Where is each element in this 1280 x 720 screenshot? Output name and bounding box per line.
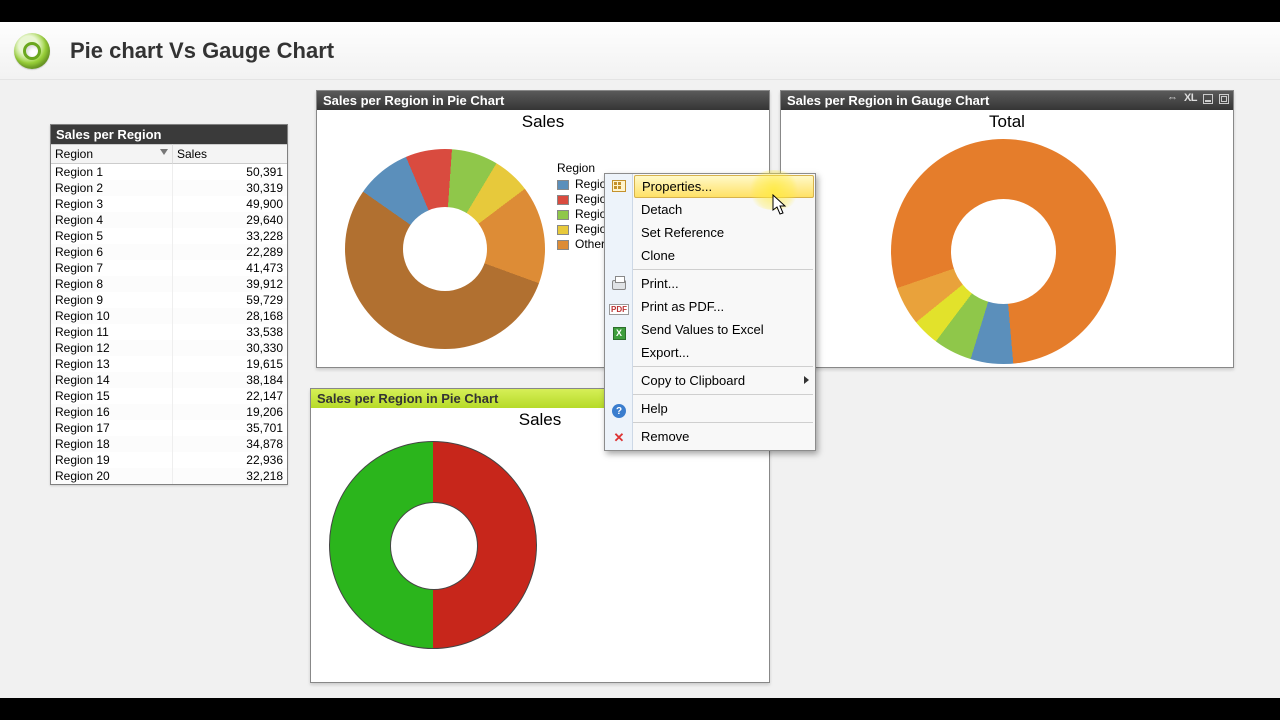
table-row[interactable]: Region 1735,701 xyxy=(51,420,287,436)
table-row[interactable]: Region 1438,184 xyxy=(51,372,287,388)
context-menu: PDF X ? ✕ Properties... Detach Set Refer… xyxy=(604,173,816,451)
table-row[interactable]: Region 741,473 xyxy=(51,260,287,276)
ctx-copy-clipboard[interactable]: Copy to Clipboard xyxy=(633,369,815,392)
col-header-sales[interactable]: Sales xyxy=(173,144,287,164)
table-row[interactable]: Region 533,228 xyxy=(51,228,287,244)
table-row[interactable]: Region 839,912 xyxy=(51,276,287,292)
table-row[interactable]: Region 2032,218 xyxy=(51,468,287,484)
table-row[interactable]: Region 1319,615 xyxy=(51,356,287,372)
chart-pie-top-title: Sales per Region in Pie Chart xyxy=(317,91,769,110)
donut-redgreen-icon xyxy=(329,441,537,649)
gauge-donut-icon xyxy=(891,139,1116,364)
table-row[interactable]: Region 1619,206 xyxy=(51,404,287,420)
sales-table-panel: Sales per Region Region Sales Region 150… xyxy=(50,124,288,485)
fast-change-icon[interactable]: ⇔ xyxy=(1167,93,1178,104)
ctx-export[interactable]: Export... xyxy=(633,341,815,364)
table-row[interactable]: Region 1230,330 xyxy=(51,340,287,356)
table-row[interactable]: Region 1834,878 xyxy=(51,436,287,452)
xl-icon[interactable]: XL xyxy=(1184,93,1197,104)
table-row[interactable]: Region 429,640 xyxy=(51,212,287,228)
properties-icon xyxy=(612,180,626,192)
col-header-region[interactable]: Region xyxy=(51,144,173,164)
ctx-clone[interactable]: Clone xyxy=(633,244,815,267)
ctx-set-reference[interactable]: Set Reference xyxy=(633,221,815,244)
table-row[interactable]: Region 1522,147 xyxy=(51,388,287,404)
chart-gauge-title: Sales per Region in Gauge Chart ⇔ XL xyxy=(781,91,1233,110)
help-icon: ? xyxy=(612,404,626,418)
chart-pie-top-subtitle: Sales xyxy=(317,110,769,132)
chart-gauge-subtitle: Total xyxy=(781,110,1233,132)
table-row[interactable]: Region 150,391 xyxy=(51,164,287,180)
app-logo-icon xyxy=(14,33,50,69)
ctx-print[interactable]: Print... xyxy=(633,272,815,295)
legend-swatch-icon xyxy=(557,195,569,205)
sales-table-title: Sales per Region xyxy=(51,125,287,144)
table-row[interactable]: Region 1028,168 xyxy=(51,308,287,324)
pdf-icon: PDF xyxy=(609,304,629,315)
ctx-send-excel[interactable]: Send Values to Excel xyxy=(633,318,815,341)
ctx-remove[interactable]: Remove xyxy=(633,425,815,448)
minimize-icon[interactable] xyxy=(1203,94,1213,104)
table-row[interactable]: Region 959,729 xyxy=(51,292,287,308)
legend-swatch-icon xyxy=(557,225,569,235)
sort-caret-icon xyxy=(160,149,168,155)
ctx-print-pdf[interactable]: Print as PDF... xyxy=(633,295,815,318)
remove-icon: ✕ xyxy=(614,430,625,446)
ctx-properties[interactable]: Properties... xyxy=(634,175,814,198)
table-row[interactable]: Region 1922,936 xyxy=(51,452,287,468)
printer-icon xyxy=(612,280,626,290)
ctx-help[interactable]: Help xyxy=(633,397,815,420)
donut-chart-icon xyxy=(345,149,545,349)
maximize-icon[interactable] xyxy=(1219,94,1229,104)
table-row[interactable]: Region 1133,538 xyxy=(51,324,287,340)
page-title: Pie chart Vs Gauge Chart xyxy=(70,38,334,64)
table-row[interactable]: Region 230,319 xyxy=(51,180,287,196)
excel-icon: X xyxy=(613,327,626,340)
legend-swatch-icon xyxy=(557,240,569,250)
submenu-arrow-icon xyxy=(804,376,809,384)
table-row[interactable]: Region 622,289 xyxy=(51,244,287,260)
table-row[interactable]: Region 349,900 xyxy=(51,196,287,212)
ctx-detach[interactable]: Detach xyxy=(633,198,815,221)
legend-swatch-icon xyxy=(557,210,569,220)
chart-gauge[interactable]: Sales per Region in Gauge Chart ⇔ XL Tot… xyxy=(780,90,1234,368)
legend-swatch-icon xyxy=(557,180,569,190)
